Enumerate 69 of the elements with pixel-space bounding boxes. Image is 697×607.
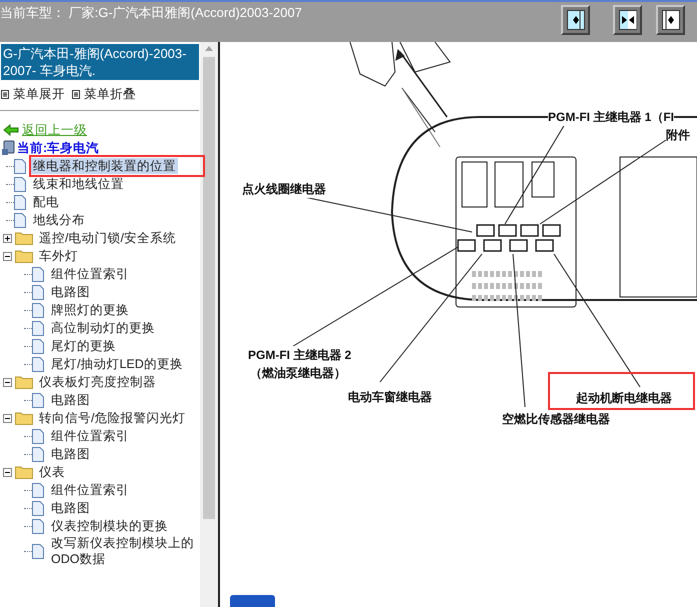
page-icon [32,392,44,408]
folder-icon [15,411,33,425]
page-icon [32,428,44,444]
tree-item[interactable]: 线束和地线位置 [31,176,126,192]
computer-icon [1,140,15,156]
folder-icon [15,249,33,263]
page-icon [32,338,44,354]
tree-folder[interactable]: 仪表板灯亮度控制器 [38,372,157,392]
tree-folder[interactable]: 遥控/电动门锁/安全系统 [38,228,177,248]
current-section-label: 当前:车身电汽 [17,140,100,157]
tree-item[interactable]: 地线分布 [31,212,87,228]
page-icon [32,320,44,336]
folder-icon [15,375,33,389]
tree-folder[interactable]: 仪表 [38,462,66,482]
page-icon [14,176,26,192]
page-icon [14,194,26,210]
diagram-label: 电动车窗继电器 [348,388,432,406]
page-icon [32,518,44,534]
collapse-right-button[interactable] [656,5,685,35]
header-title: 当前车型： 厂家:G-广汽本田雅阁(Accord)2003-2007 [0,4,302,22]
menu-toggle-link[interactable]: 菜单折叠 [84,84,136,104]
page-icon [32,302,44,318]
page-icon [14,158,26,174]
scrollbar-thumb[interactable] [203,57,215,519]
diagram-label: 起动机断电继电器 [576,389,672,407]
back-arrow-icon [3,124,19,136]
tree-item[interactable]: 电路图 [49,284,92,300]
menu-icon [72,90,80,98]
collapse-toggle-icon[interactable] [3,468,12,476]
page-icon [32,544,44,558]
page-icon [32,446,44,462]
tree-item[interactable]: 高位制动灯的更换 [49,320,157,336]
tree-item[interactable]: 改写新仪表控制模块上的ODO数据 [49,535,200,567]
page-icon [32,284,44,300]
back-link[interactable]: 返回上一级 [22,120,87,140]
collapse-toggle-icon[interactable] [3,252,12,260]
tree-item[interactable]: 仪表控制模块的更换 [49,518,170,534]
page-icon [14,212,26,228]
page-icon [32,500,44,516]
folder-icon [15,465,33,479]
tree-folder[interactable]: 车外灯 [38,246,79,266]
expand-toggle-icon[interactable] [3,234,12,242]
tree-item[interactable]: 继电器和控制装置的位置 [31,158,178,174]
tree-item[interactable]: 配电 [31,194,61,210]
collapse-left-button[interactable] [561,5,590,35]
page-icon [32,482,44,498]
diagram-label: 空燃比传感器继电器 [502,410,610,428]
collapse-toggle-icon[interactable] [3,378,12,386]
tree-item[interactable]: 尾灯的更换 [49,338,118,354]
sidebar-title: G-广汽本田-雅阁(Accord)-2003-2007- 车身电汽. [1,44,199,80]
tree-item[interactable]: 电路图 [49,446,92,462]
diagram-label: 附件 [666,126,690,144]
tree-item[interactable]: 组件位置索引 [49,266,131,282]
collapse-toggle-icon[interactable] [3,414,12,422]
tree-item[interactable]: 电路图 [49,500,92,516]
tree-item[interactable]: 尾灯/抽动灯LED的更换 [49,356,185,372]
split-view-button[interactable] [613,5,642,35]
tree-item[interactable]: 牌照灯的更换 [49,302,131,318]
diagram-label: 点火线圈继电器 [242,180,326,198]
diagram-label: PGM-FI 主继电器 2 [248,346,352,364]
folder-icon [15,231,33,245]
tree-item[interactable]: 电路图 [49,392,92,408]
tree-item[interactable]: 组件位置索引 [49,482,131,498]
diagram-label: PGM-FI 主继电器 1（FI [548,108,674,126]
tree-folder[interactable]: 转向信号/危险报警闪光灯 [38,408,186,428]
page-icon [32,266,44,282]
tree-item[interactable]: 组件位置索引 [49,428,131,444]
menu-toggle-link[interactable]: 菜单展开 [13,84,65,104]
page-icon [32,356,44,372]
